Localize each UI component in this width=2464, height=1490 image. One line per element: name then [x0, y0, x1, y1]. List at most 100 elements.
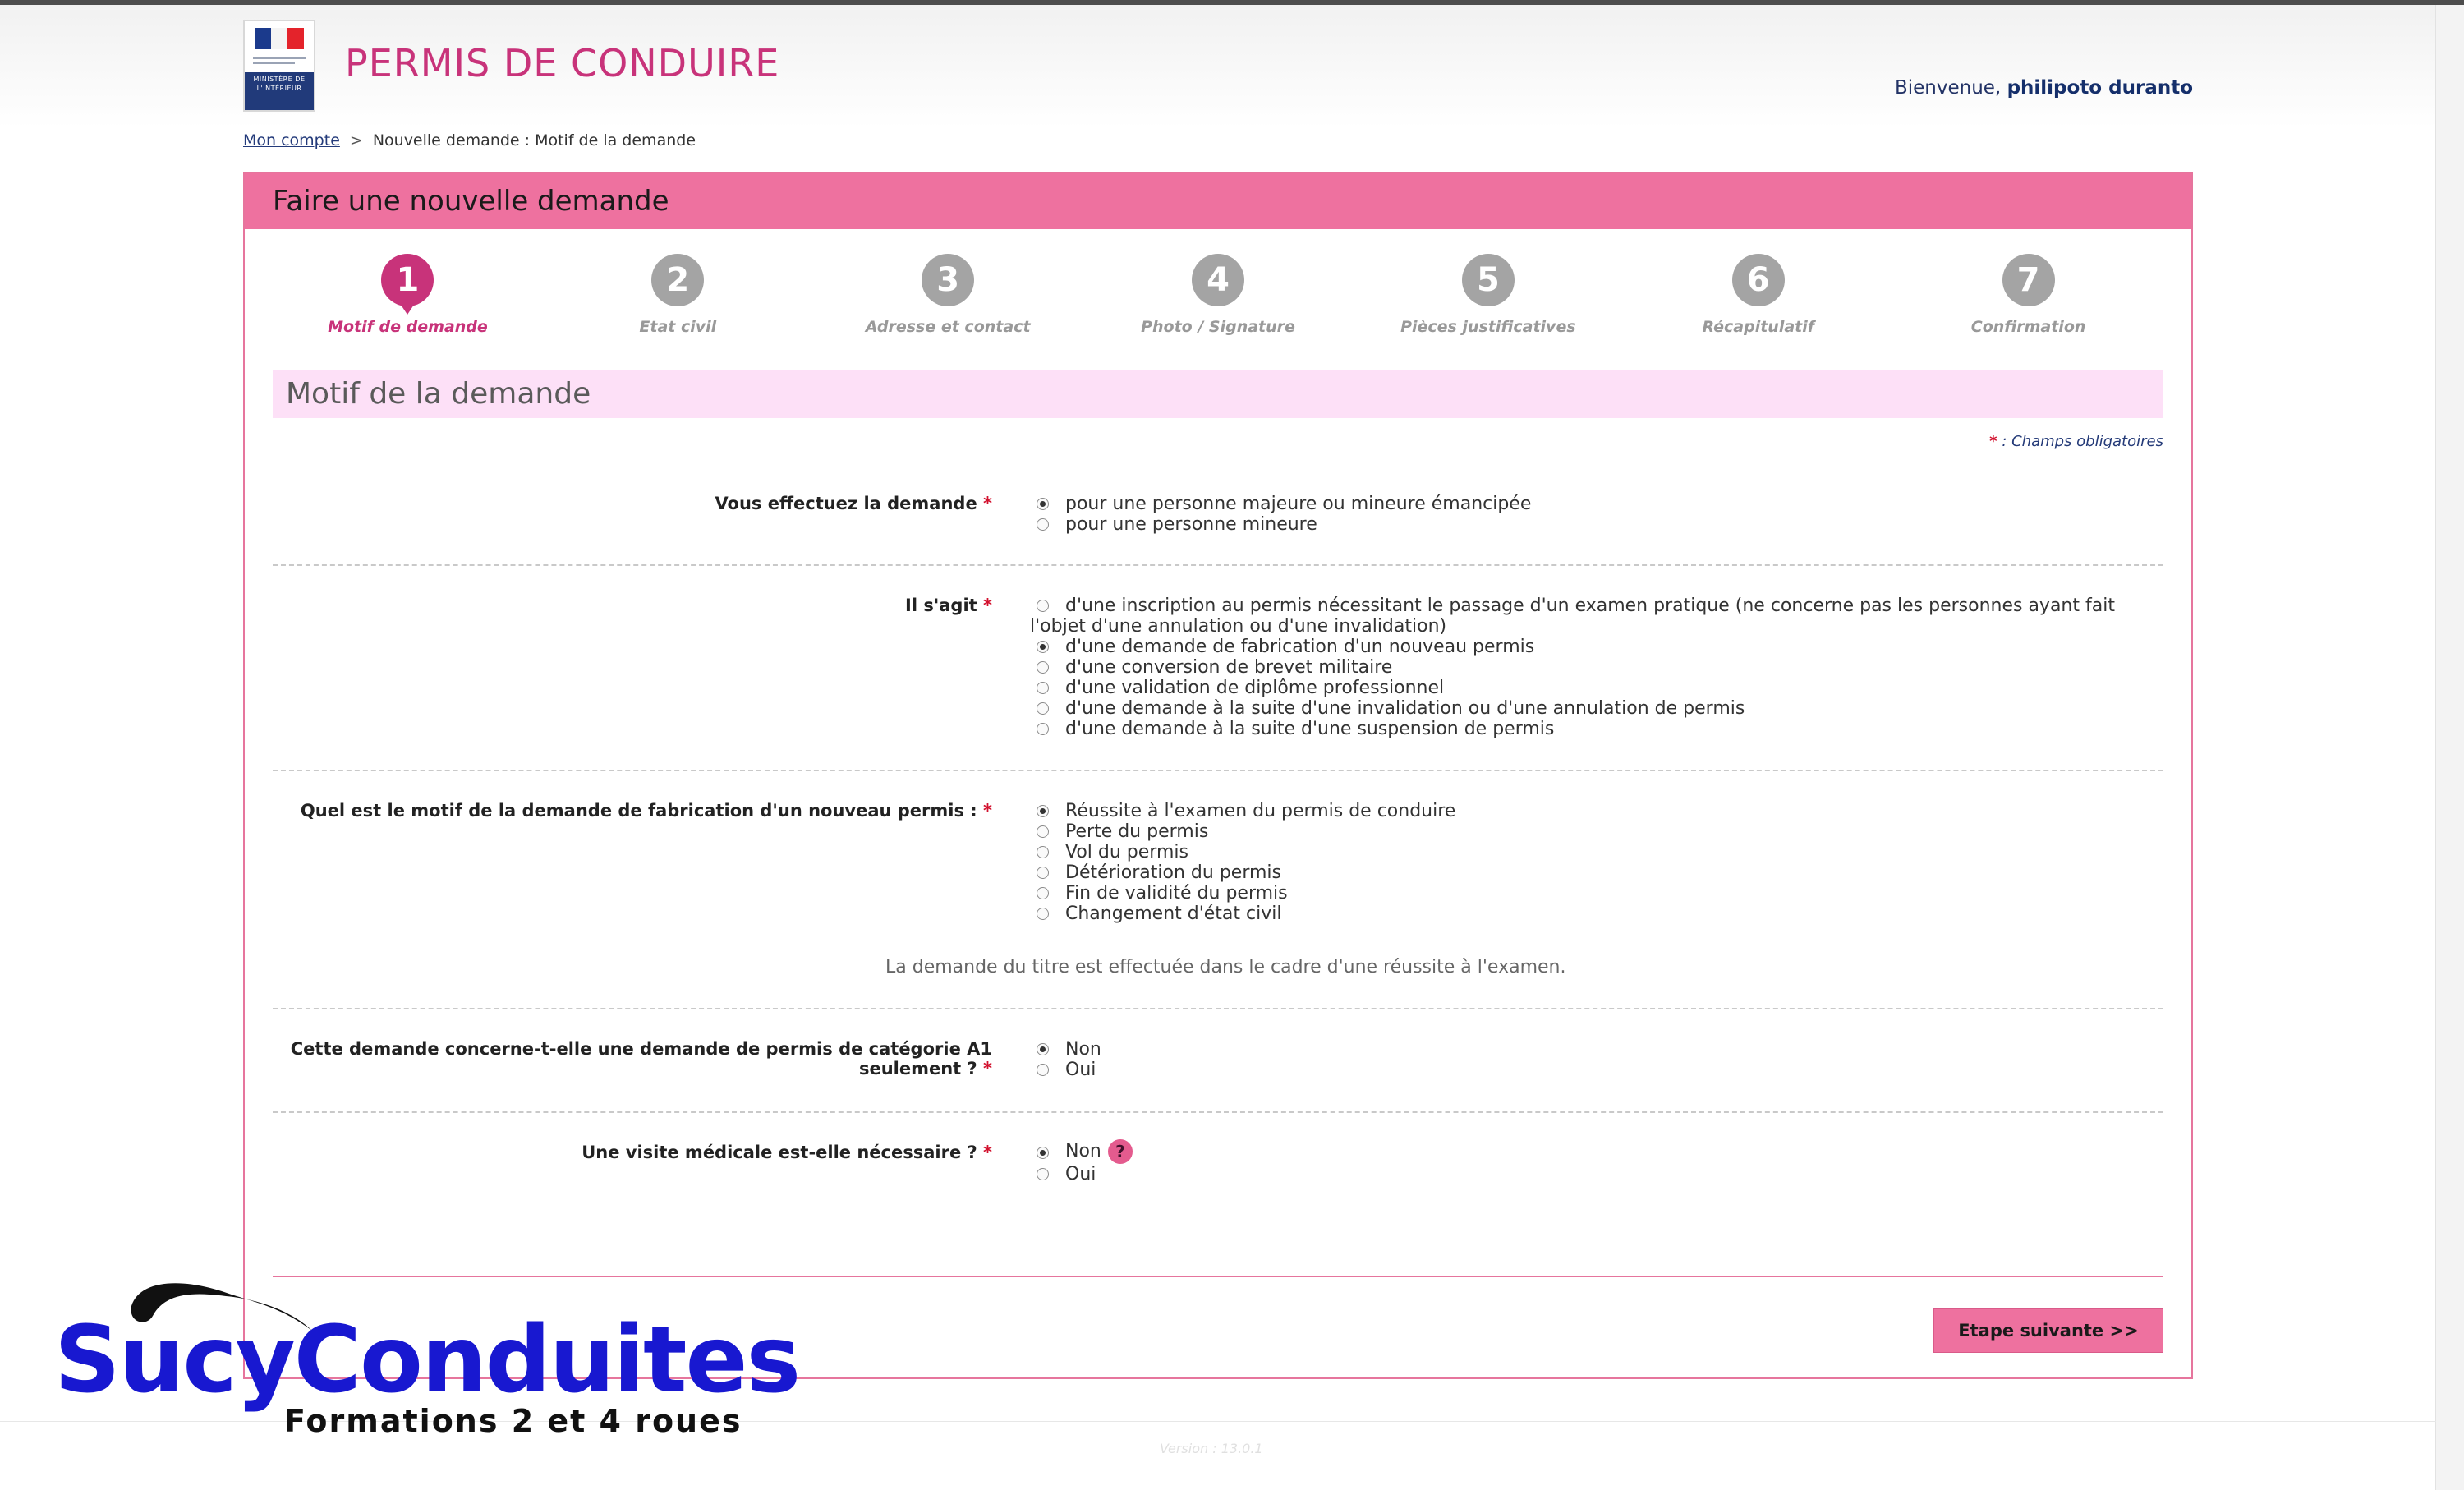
- radio-button[interactable]: [1037, 723, 1049, 735]
- q4-options: Non Oui: [1030, 1039, 1101, 1080]
- q3-option[interactable]: Fin de validité du permis: [1030, 883, 1455, 904]
- q1-label: Vous effectuez la demande *: [715, 494, 992, 513]
- radio-button[interactable]: [1037, 805, 1049, 817]
- option-label[interactable]: Changement d'état civil: [1065, 904, 1281, 924]
- q2-option[interactable]: d'une validation de diplôme professionne…: [1030, 678, 2133, 698]
- q4-option[interactable]: Non: [1030, 1039, 1101, 1060]
- radio-button[interactable]: [1037, 600, 1049, 612]
- option-label[interactable]: d'une demande à la suite d'une invalidat…: [1065, 698, 1745, 719]
- option-label[interactable]: d'une demande de fabrication d'un nouvea…: [1065, 637, 1534, 657]
- logo-text-lines: [253, 54, 306, 71]
- q4-label-line2: seulement ?: [858, 1059, 977, 1078]
- option-label-text[interactable]: Non: [1065, 1141, 1101, 1161]
- required-star: *: [983, 494, 992, 513]
- logo-ministry-text: MINISTÈRE DE L'INTÉRIEUR: [245, 72, 314, 110]
- radio-button[interactable]: [1037, 702, 1049, 715]
- option-label[interactable]: Perte du permis: [1065, 821, 1208, 842]
- step-pieces-justificatives[interactable]: 5 Pièces justificatives: [1353, 254, 1623, 344]
- q5-label-text: Une visite médicale est-elle nécessaire …: [582, 1143, 977, 1162]
- option-label[interactable]: Vol du permis: [1065, 842, 1188, 862]
- option-label[interactable]: pour une personne mineure: [1065, 514, 1317, 535]
- option-label[interactable]: d'une validation de diplôme professionne…: [1065, 678, 1444, 698]
- q5-option[interactable]: Oui: [1030, 1164, 1133, 1184]
- option-label[interactable]: d'une conversion de brevet militaire: [1065, 657, 1392, 678]
- ministry-logo[interactable]: MINISTÈRE DE L'INTÉRIEUR: [243, 20, 315, 112]
- q4-label-line1: Cette demande concerne-t-elle une demand…: [290, 1039, 992, 1059]
- q3-option[interactable]: Changement d'état civil: [1030, 904, 1455, 924]
- radio-button[interactable]: [1037, 1043, 1049, 1055]
- page-scrollbar[interactable]: [2435, 5, 2464, 1490]
- required-fields-note: * : Champs obligatoires: [1989, 433, 2163, 450]
- q5-options: Non? Oui: [1030, 1139, 1133, 1184]
- step-photo-signature[interactable]: 4 Photo / Signature: [1083, 254, 1354, 344]
- radio-button[interactable]: [1037, 908, 1049, 920]
- step-confirmation[interactable]: 7 Confirmation: [1893, 254, 2163, 344]
- q2-option[interactable]: d'une inscription au permis nécessitant …: [1030, 596, 2133, 637]
- option-label[interactable]: Détérioration du permis: [1065, 862, 1281, 883]
- q3-options: Réussite à l'examen du permis de conduir…: [1030, 801, 1455, 924]
- option-label-line2[interactable]: l'objet d'une annulation ou d'une invali…: [1030, 616, 2133, 637]
- radio-button[interactable]: [1037, 498, 1049, 510]
- option-label[interactable]: pour une personne majeure ou mineure éma…: [1065, 494, 1531, 514]
- q3-option[interactable]: Détérioration du permis: [1030, 862, 1455, 883]
- user-name[interactable]: philipoto duranto: [2007, 77, 2193, 99]
- step-number: 5: [1461, 254, 1515, 306]
- step-etat-civil[interactable]: 2 Etat civil: [543, 254, 813, 344]
- required-star: *: [983, 801, 992, 821]
- step-recapitulatif[interactable]: 6 Récapitulatif: [1623, 254, 1893, 344]
- option-label[interactable]: Oui: [1065, 1060, 1096, 1080]
- option-label[interactable]: d'une demande à la suite d'une suspensio…: [1065, 719, 1554, 739]
- radio-button[interactable]: [1037, 846, 1049, 858]
- radio-button[interactable]: [1037, 661, 1049, 674]
- welcome-prefix: Bienvenue,: [1894, 77, 2002, 99]
- q3-label: Quel est le motif de la demande de fabri…: [301, 801, 992, 821]
- radio-button[interactable]: [1037, 682, 1049, 694]
- option-label-line1[interactable]: d'une inscription au permis nécessitant …: [1065, 596, 2115, 616]
- radio-button[interactable]: [1037, 1064, 1049, 1076]
- step-label: Motif de demande: [328, 318, 488, 336]
- option-label[interactable]: Oui: [1065, 1164, 1096, 1184]
- app-title: PERMIS DE CONDUIRE: [345, 41, 780, 85]
- q3-option[interactable]: Réussite à l'examen du permis de conduir…: [1030, 801, 1455, 821]
- q5-option[interactable]: Non?: [1030, 1139, 1133, 1164]
- option-label[interactable]: d'une inscription au permis nécessitant …: [1030, 596, 2133, 637]
- radio-button[interactable]: [1037, 1147, 1049, 1159]
- breadcrumb: Mon compte > Nouvelle demande : Motif de l…: [243, 131, 696, 149]
- option-label[interactable]: Fin de validité du permis: [1065, 883, 1288, 904]
- option-label[interactable]: Non: [1065, 1039, 1101, 1060]
- step-adresse-contact[interactable]: 3 Adresse et contact: [813, 254, 1083, 344]
- q1-option[interactable]: pour une personne majeure ou mineure éma…: [1030, 494, 1531, 514]
- radio-button[interactable]: [1037, 867, 1049, 879]
- q3-option[interactable]: Vol du permis: [1030, 842, 1455, 862]
- radio-button[interactable]: [1037, 518, 1049, 531]
- q2-option[interactable]: d'une conversion de brevet militaire: [1030, 657, 2133, 678]
- q2-label-text: Il s'agit: [905, 596, 977, 615]
- q2-option[interactable]: d'une demande à la suite d'une suspensio…: [1030, 719, 2133, 739]
- radio-button[interactable]: [1037, 825, 1049, 838]
- option-label[interactable]: Réussite à l'examen du permis de conduir…: [1065, 801, 1455, 821]
- option-label[interactable]: Non?: [1065, 1139, 1133, 1164]
- step-number: 2: [651, 254, 705, 306]
- q3-option[interactable]: Perte du permis: [1030, 821, 1455, 842]
- q2-option[interactable]: d'une demande à la suite d'une invalidat…: [1030, 698, 2133, 719]
- step-label: Adresse et contact: [865, 318, 1031, 336]
- breadcrumb-home-link[interactable]: Mon compte: [243, 131, 340, 149]
- french-flag-icon: [255, 28, 304, 49]
- next-step-button[interactable]: Etape suivante >>: [1933, 1308, 2163, 1353]
- radio-button[interactable]: [1037, 1168, 1049, 1180]
- help-icon[interactable]: ?: [1107, 1139, 1133, 1164]
- section-title: Motif de la demande: [273, 370, 2163, 418]
- q1-option[interactable]: pour une personne mineure: [1030, 514, 1531, 535]
- radio-button[interactable]: [1037, 641, 1049, 653]
- radio-button[interactable]: [1037, 887, 1049, 899]
- panel-title: Faire une nouvelle demande: [245, 173, 2191, 229]
- watermark-tagline: Formations 2 et 4 roues: [284, 1403, 742, 1439]
- breadcrumb-current: Nouvelle demande : Motif de la demande: [372, 131, 696, 149]
- step-label: Photo / Signature: [1141, 318, 1295, 336]
- q2-option[interactable]: d'une demande de fabrication d'un nouvea…: [1030, 637, 2133, 657]
- q4-option[interactable]: Oui: [1030, 1060, 1101, 1080]
- version-text: Version : 13.0.1: [1160, 1441, 1263, 1456]
- step-motif[interactable]: 1 Motif de demande: [273, 254, 543, 344]
- step-label: Confirmation: [1970, 318, 2086, 336]
- required-star: *: [1989, 433, 1997, 450]
